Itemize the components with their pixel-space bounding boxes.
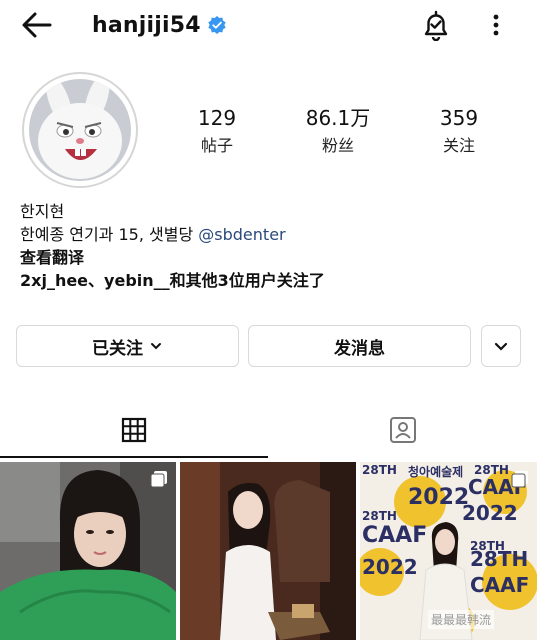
grid-photo-2[interactable]	[180, 462, 356, 640]
bunny-avatar-illustration	[29, 79, 131, 181]
notification-bell-icon[interactable]	[420, 9, 452, 41]
following-button-label: 已关注	[92, 338, 143, 359]
photo-white-dress-chair	[180, 462, 356, 640]
following-button[interactable]: 已关注	[16, 325, 239, 367]
poster-line-7: 28TH	[362, 509, 397, 523]
poster-line-2: 청아예술제	[408, 464, 463, 479]
following-label: 关注	[442, 136, 475, 155]
followed-by-text[interactable]: 2xj_hee、yebin__和其他3位用户关注了	[20, 269, 520, 292]
display-name: 한지현	[20, 202, 65, 221]
posts-count: 129	[197, 106, 237, 130]
username: hanjiji54	[92, 12, 201, 38]
bio-text: 한예종 연기과 15, 샛별당	[20, 225, 199, 244]
multiple-photos-icon	[150, 471, 167, 488]
photo-green-sweater	[0, 462, 176, 640]
avatar-image	[29, 79, 131, 181]
profile-avatar[interactable]	[22, 72, 138, 188]
suggested-accounts-button[interactable]	[481, 325, 521, 367]
bio-line: 한예종 연기과 15, 샛별당 @sbdenter	[20, 223, 520, 246]
verified-badge-icon	[208, 16, 226, 34]
back-arrow-icon[interactable]	[20, 10, 54, 40]
multiple-photos-icon	[511, 471, 528, 488]
username-row: hanjiji54	[92, 8, 226, 42]
posts-stat[interactable]: 129 帖子	[162, 105, 272, 159]
grid-photo-1[interactable]	[0, 462, 176, 640]
poster-line-8: CAAF	[362, 523, 427, 548]
followers-stat[interactable]: 86.1万 粉丝	[283, 105, 393, 159]
poster-line-11: 28TH	[470, 547, 528, 571]
followers-count: 86.1万	[305, 106, 371, 130]
watermark-text: 最最最韩流	[428, 610, 495, 629]
chevron-down-icon	[151, 343, 161, 350]
tagged-person-icon	[390, 417, 416, 443]
poster-line-6: 2022	[462, 501, 518, 525]
active-tab-indicator	[0, 456, 268, 458]
poster-line-3: 2022	[408, 485, 469, 510]
chevron-down-icon	[494, 342, 508, 351]
posts-label: 帖子	[200, 136, 233, 155]
mention-link[interactable]: @sbdenter	[198, 225, 285, 244]
message-button-label: 发消息	[334, 338, 385, 359]
followers-label: 粉丝	[321, 136, 354, 155]
poster-line-12: CAAF	[470, 573, 529, 597]
profile-header: hanjiji54	[0, 0, 537, 52]
following-stat[interactable]: 359 关注	[404, 105, 514, 159]
more-options-icon[interactable]	[486, 10, 506, 40]
message-button[interactable]: 发消息	[248, 325, 471, 367]
poster-line-1: 28TH	[362, 463, 397, 477]
tab-posts-grid[interactable]	[0, 406, 268, 456]
tab-tagged[interactable]	[268, 406, 537, 456]
profile-bio: 한지현 한예종 연기과 15, 샛별당 @sbdenter 查看翻译 2xj_h…	[20, 200, 520, 292]
following-count: 359	[439, 106, 479, 130]
see-translation-link[interactable]: 查看翻译	[20, 246, 520, 269]
grid-icon	[121, 417, 147, 443]
poster-line-10: 2022	[362, 555, 418, 579]
